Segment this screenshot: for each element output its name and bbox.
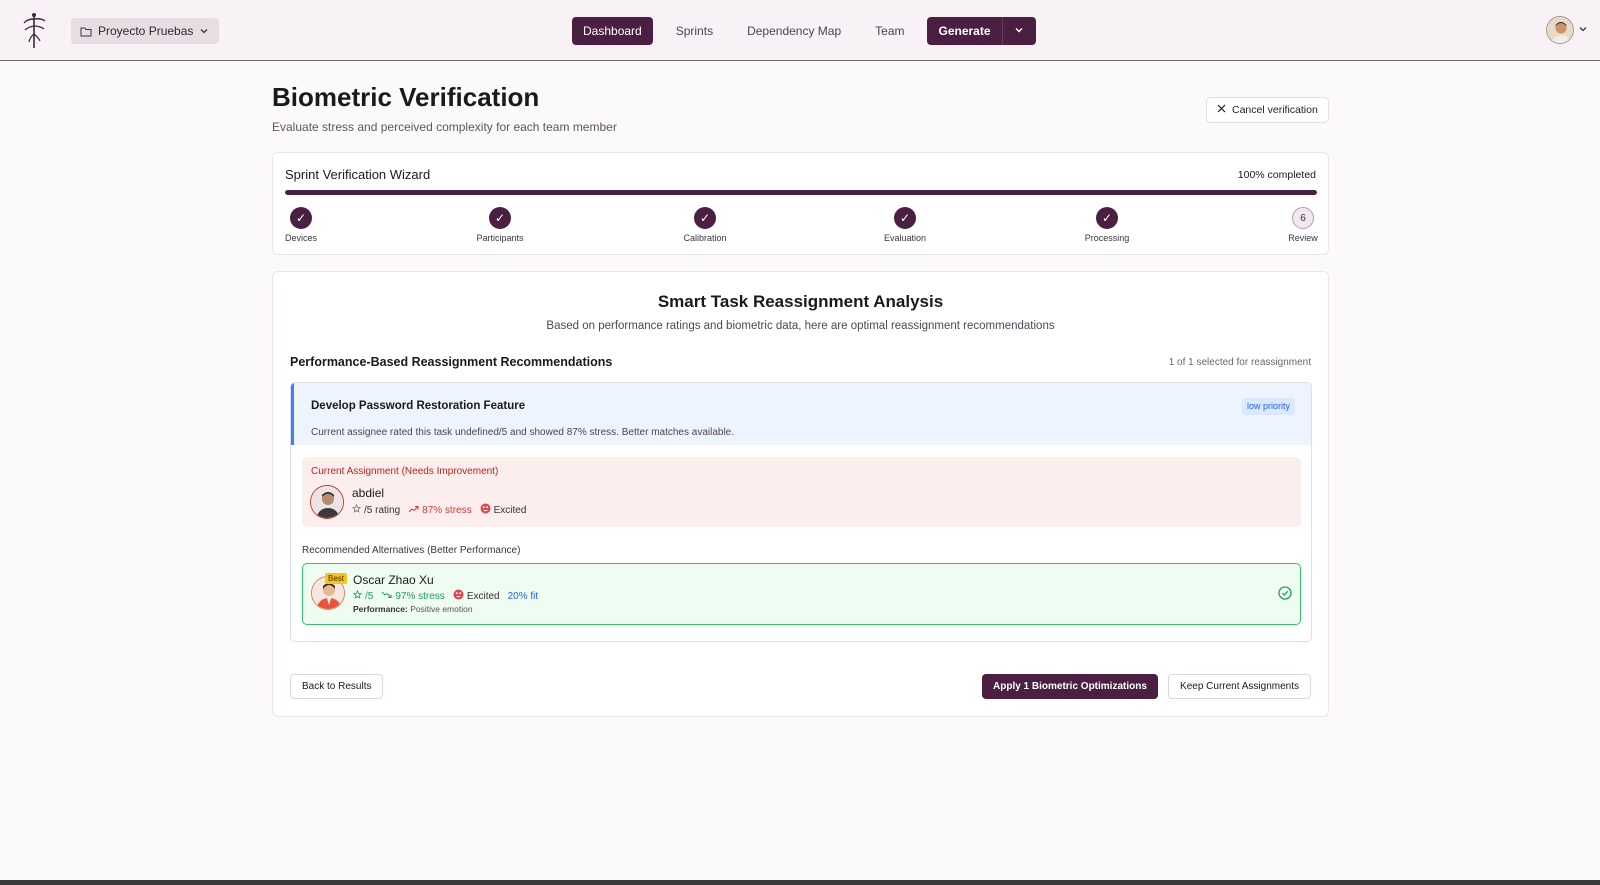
analysis-title: Smart Task Reassignment Analysis bbox=[657, 292, 944, 311]
project-name: Proyecto Pruebas bbox=[98, 24, 194, 38]
alternatives-label: Recommended Alternatives (Better Perform… bbox=[302, 545, 521, 556]
step-label: Processing bbox=[1084, 233, 1130, 243]
rating-value: /5 bbox=[365, 590, 374, 602]
task-description: Current assignee rated this task undefin… bbox=[311, 427, 735, 438]
step-label: Review bbox=[1288, 233, 1318, 243]
rating-metric: /5 rating bbox=[351, 503, 401, 516]
current-assignee-name: abdiel bbox=[352, 486, 385, 500]
folder-icon bbox=[80, 26, 92, 37]
generate-dropdown-button[interactable] bbox=[1003, 17, 1036, 45]
apply-optimizations-button[interactable]: Apply 1 Biometric Optimizations bbox=[982, 674, 1158, 699]
performance-value: Positive emotion bbox=[410, 604, 473, 614]
current-assignee-metrics: /5 rating 87% stress Excited bbox=[351, 503, 527, 517]
step-check-icon: ✓ bbox=[694, 207, 716, 229]
wizard-progress-fill bbox=[285, 190, 1317, 195]
stress-metric: 97% stress bbox=[381, 590, 445, 602]
page-title: Biometric Verification bbox=[272, 82, 540, 112]
excited-emoji-icon bbox=[480, 503, 491, 517]
best-badge: Best bbox=[325, 573, 348, 584]
step-label: Participants bbox=[476, 233, 524, 243]
back-to-results-button[interactable]: Back to Results bbox=[290, 674, 384, 699]
page-subtitle: Evaluate stress and perceived complexity… bbox=[272, 120, 617, 134]
trending-up-icon bbox=[408, 505, 419, 516]
reassignment-analysis-card: Smart Task Reassignment Analysis Based o… bbox=[272, 271, 1329, 717]
star-icon bbox=[351, 503, 362, 516]
step-check-icon: ✓ bbox=[290, 207, 312, 229]
task-recommendation-card: Develop Password Restoration Feature low… bbox=[290, 382, 1312, 642]
generate-button[interactable]: Generate bbox=[927, 17, 1003, 45]
project-selector[interactable]: Proyecto Pruebas bbox=[71, 18, 220, 44]
selected-count: 1 of 1 selected for reassignment bbox=[1168, 357, 1311, 368]
step-number: 6 bbox=[1292, 207, 1314, 229]
nav-dependency-map[interactable]: Dependency Map bbox=[736, 17, 852, 45]
rating-value: /5 rating bbox=[364, 504, 401, 516]
nav-sprints[interactable]: Sprints bbox=[665, 17, 724, 45]
current-assignment: Current Assignment (Needs Improvement) a… bbox=[302, 457, 1301, 527]
wizard-step-calibration[interactable]: ✓ Calibration bbox=[665, 207, 745, 243]
verification-wizard: Sprint Verification Wizard 100% complete… bbox=[272, 152, 1329, 255]
fit-score: 20% fit bbox=[507, 590, 539, 602]
keep-current-assignments-button[interactable]: Keep Current Assignments bbox=[1168, 674, 1311, 699]
wizard-title: Sprint Verification Wizard bbox=[285, 167, 431, 182]
task-name: Develop Password Restoration Feature bbox=[311, 400, 526, 412]
nav-dashboard[interactable]: Dashboard bbox=[572, 17, 653, 45]
nav-team[interactable]: Team bbox=[864, 17, 915, 45]
priority-badge: low priority bbox=[1241, 398, 1295, 415]
chevron-down-icon bbox=[199, 26, 209, 36]
emotion-value: Excited bbox=[493, 504, 527, 516]
step-label: Devices bbox=[284, 233, 317, 243]
wizard-step-participants[interactable]: ✓ Participants bbox=[460, 207, 540, 243]
generate-button-group: Generate bbox=[927, 17, 1036, 45]
close-icon bbox=[1217, 104, 1226, 116]
stress-value: 87% stress bbox=[422, 504, 472, 516]
stress-value: 97% stress bbox=[395, 590, 445, 602]
avatar bbox=[1546, 16, 1574, 44]
bottom-window-edge bbox=[0, 880, 1600, 885]
wizard-step-devices[interactable]: ✓ Devices bbox=[261, 207, 341, 243]
cancel-verification-label: Cancel verification bbox=[1232, 104, 1318, 116]
emotion-metric: Excited bbox=[453, 589, 500, 603]
step-label: Calibration bbox=[683, 233, 727, 243]
alternative-assignee-name: Oscar Zhao Xu bbox=[353, 573, 434, 587]
avatar bbox=[310, 485, 344, 519]
performance-label: Performance: bbox=[353, 604, 408, 614]
chevron-down-icon bbox=[1014, 22, 1024, 40]
wizard-progress-label: 100% completed bbox=[1237, 169, 1316, 181]
performance-line: Performance: Positive emotion bbox=[353, 604, 473, 614]
step-check-icon: ✓ bbox=[1096, 207, 1118, 229]
cancel-verification-button[interactable]: Cancel verification bbox=[1206, 97, 1329, 123]
wizard-step-evaluation[interactable]: ✓ Evaluation bbox=[865, 207, 945, 243]
star-icon bbox=[352, 589, 363, 602]
step-check-icon: ✓ bbox=[489, 207, 511, 229]
wizard-step-review[interactable]: 6 Review bbox=[1263, 207, 1343, 243]
task-header: Develop Password Restoration Feature low… bbox=[291, 383, 1311, 445]
wizard-progress-bar bbox=[285, 190, 1317, 195]
wizard-step-processing[interactable]: ✓ Processing bbox=[1067, 207, 1147, 243]
chevron-down-icon bbox=[1578, 21, 1588, 39]
recommendations-heading: Performance-Based Reassignment Recommend… bbox=[290, 355, 613, 369]
current-assignment-label: Current Assignment (Needs Improvement) bbox=[311, 466, 499, 477]
analysis-subtitle: Based on performance ratings and biometr… bbox=[546, 320, 1055, 332]
step-label: Evaluation bbox=[883, 233, 927, 243]
emotion-value: Excited bbox=[466, 590, 500, 602]
alternative-assignee-option[interactable]: Best Oscar Zhao Xu /5 97% stress Excited… bbox=[302, 563, 1301, 625]
selected-check-icon[interactable] bbox=[1278, 586, 1292, 605]
excited-emoji-icon bbox=[453, 589, 464, 603]
top-navigation-bar: Proyecto Pruebas Dashboard Sprints Depen… bbox=[0, 0, 1600, 61]
main-nav: Dashboard Sprints Dependency Map Team Ge… bbox=[572, 17, 1036, 45]
trending-down-icon bbox=[381, 591, 392, 602]
alternative-assignee-metrics: /5 97% stress Excited 20% fit bbox=[352, 589, 539, 603]
step-check-icon: ✓ bbox=[894, 207, 916, 229]
stress-metric: 87% stress bbox=[408, 504, 472, 516]
tree-logo-icon[interactable] bbox=[20, 10, 50, 50]
user-menu[interactable] bbox=[1546, 16, 1588, 44]
rating-metric: /5 bbox=[352, 589, 374, 602]
emotion-metric: Excited bbox=[480, 503, 527, 517]
